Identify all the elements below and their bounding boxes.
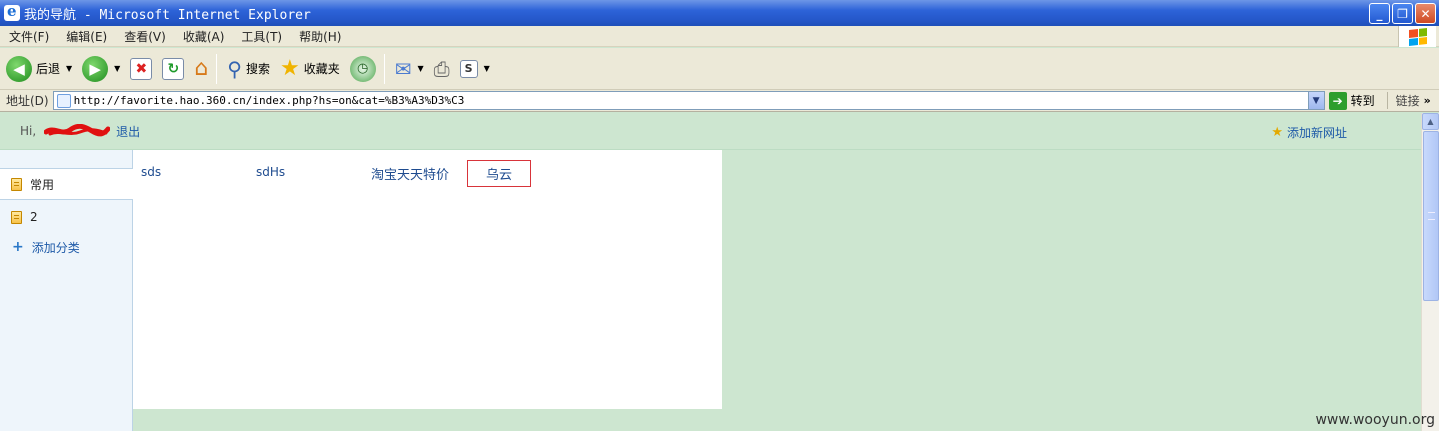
menu-view[interactable]: 查看(V) bbox=[115, 28, 174, 45]
stop-icon: ✖ bbox=[130, 57, 153, 80]
address-input[interactable]: http://favorite.hao.360.cn/index.php?hs=… bbox=[52, 91, 1325, 110]
folder-icon bbox=[11, 177, 22, 191]
forward-dropdown-icon[interactable]: ▼ bbox=[114, 64, 120, 73]
history-icon: ◷ bbox=[349, 55, 376, 82]
window-controls: _ ❐ ✕ bbox=[1369, 3, 1436, 24]
back-label: 后退 bbox=[36, 62, 61, 76]
back-button[interactable]: ◀ 后退 ▼ bbox=[2, 52, 76, 86]
star-icon: ★ bbox=[279, 56, 300, 81]
watermark: www.wooyun.org bbox=[1315, 412, 1435, 428]
ie-window: 我的导航 - Microsoft Internet Explorer _ ❐ ✕… bbox=[0, 0, 1439, 431]
printer-icon: ⎙ bbox=[433, 56, 450, 81]
address-label: 地址(D) bbox=[6, 94, 49, 108]
favorites-label: 收藏夹 bbox=[303, 62, 340, 76]
site-link[interactable]: sds bbox=[141, 165, 161, 179]
toolbar-separator bbox=[383, 53, 385, 84]
redacted-username-scribble bbox=[44, 124, 111, 137]
category-sidebar: 常用 2 + 添加分类 bbox=[0, 150, 133, 431]
forward-button[interactable]: ▶ ▼ bbox=[78, 52, 124, 86]
scroll-up-icon[interactable]: ▲ bbox=[1422, 113, 1439, 130]
plugin-button[interactable]: S ▼ bbox=[456, 52, 494, 86]
mail-dropdown-icon[interactable]: ▼ bbox=[417, 64, 423, 73]
print-button[interactable]: ⎙ bbox=[430, 52, 454, 86]
toolbar-separator bbox=[216, 53, 218, 84]
minimize-button[interactable]: _ bbox=[1369, 3, 1390, 24]
sidebar-item-2[interactable]: 2 bbox=[0, 202, 132, 232]
window-title: 我的导航 - Microsoft Internet Explorer bbox=[24, 7, 311, 23]
page-content: Hi, 退出 ★ 添加新网址 常用 2 + 添加分类 sds sdHs 淘宝天天… bbox=[0, 113, 1421, 431]
close-button[interactable]: ✕ bbox=[1415, 3, 1436, 24]
site-link[interactable]: 淘宝天天特价 bbox=[371, 164, 449, 183]
add-url-link[interactable]: ★ 添加新网址 bbox=[1271, 124, 1347, 141]
links-label[interactable]: 链接 bbox=[1386, 92, 1420, 109]
menu-file[interactable]: 文件(F) bbox=[0, 28, 57, 45]
sidebar-item-common[interactable]: 常用 bbox=[0, 168, 133, 200]
toolbar: ◀ 后退 ▼ ▶ ▼ ✖ ↻ ⌂ ⚲ 搜索 ★ 收藏夹 ◷ ✉ ▼ ⎙ S ▼ bbox=[0, 48, 1439, 90]
menu-favorites[interactable]: 收藏(A) bbox=[174, 28, 233, 45]
logout-link[interactable]: 退出 bbox=[116, 123, 140, 140]
menu-bar: 文件(F) 编辑(E) 查看(V) 收藏(A) 工具(T) 帮助(H) bbox=[0, 26, 1439, 47]
sites-panel: sds sdHs 淘宝天天特价 乌云 bbox=[133, 150, 722, 409]
refresh-icon: ↻ bbox=[162, 57, 185, 80]
go-label: 转到 bbox=[1350, 94, 1375, 108]
mail-button[interactable]: ✉ ▼ bbox=[391, 52, 428, 86]
address-url[interactable]: http://favorite.hao.360.cn/index.php?hs=… bbox=[74, 94, 465, 107]
sidebar-item-label: 常用 bbox=[30, 177, 55, 192]
go-button[interactable]: ➔ 转到 bbox=[1328, 91, 1375, 110]
back-dropdown-icon[interactable]: ▼ bbox=[66, 64, 72, 73]
add-category-label: 添加分类 bbox=[31, 240, 80, 255]
greeting: Hi, bbox=[20, 124, 37, 138]
scroll-thumb[interactable] bbox=[1423, 131, 1439, 301]
title-bar: 我的导航 - Microsoft Internet Explorer _ ❐ ✕ bbox=[0, 0, 1439, 26]
go-arrow-icon: ➔ bbox=[1328, 91, 1347, 110]
address-dropdown-icon[interactable]: ▼ bbox=[1307, 92, 1324, 109]
history-button[interactable]: ◷ bbox=[346, 52, 380, 86]
favorites-button[interactable]: ★ 收藏夹 bbox=[276, 52, 344, 86]
stop-button[interactable]: ✖ bbox=[126, 52, 156, 86]
home-icon: ⌂ bbox=[194, 56, 209, 81]
vertical-scrollbar[interactable]: ▲ bbox=[1421, 113, 1439, 431]
menu-tools[interactable]: 工具(T) bbox=[232, 28, 290, 45]
back-arrow-icon: ◀ bbox=[6, 55, 32, 82]
plugin-dropdown-icon[interactable]: ▼ bbox=[484, 64, 490, 73]
user-bar: Hi, 退出 ★ 添加新网址 bbox=[0, 113, 1421, 150]
sidebar-item-label: 2 bbox=[30, 210, 38, 224]
add-category-link[interactable]: + 添加分类 bbox=[0, 232, 132, 262]
search-label: 搜索 bbox=[245, 62, 270, 76]
search-button[interactable]: ⚲ 搜索 bbox=[223, 52, 274, 86]
folder-icon bbox=[11, 210, 22, 224]
links-more-icon[interactable]: » bbox=[1424, 94, 1431, 107]
plus-icon: + bbox=[12, 239, 24, 255]
ie-icon bbox=[4, 2, 20, 21]
refresh-button[interactable]: ↻ bbox=[158, 52, 188, 86]
mail-icon: ✉ bbox=[394, 56, 412, 81]
menu-edit[interactable]: 编辑(E) bbox=[57, 28, 115, 45]
search-icon: ⚲ bbox=[227, 56, 242, 81]
site-link[interactable]: sdHs bbox=[256, 165, 285, 179]
site-link-highlighted[interactable]: 乌云 bbox=[467, 160, 532, 187]
plugin-s-icon: S bbox=[459, 59, 478, 78]
home-button[interactable]: ⌂ bbox=[190, 52, 212, 86]
windows-logo-icon bbox=[1398, 26, 1436, 47]
add-url-label: 添加新网址 bbox=[1286, 126, 1347, 140]
address-bar: 地址(D) http://favorite.hao.360.cn/index.p… bbox=[0, 90, 1439, 112]
maximize-button[interactable]: ❐ bbox=[1392, 3, 1413, 24]
add-star-icon: ★ bbox=[1271, 125, 1283, 140]
menu-help[interactable]: 帮助(H) bbox=[290, 28, 349, 45]
forward-arrow-icon: ▶ bbox=[82, 55, 109, 82]
page-icon bbox=[56, 93, 71, 108]
